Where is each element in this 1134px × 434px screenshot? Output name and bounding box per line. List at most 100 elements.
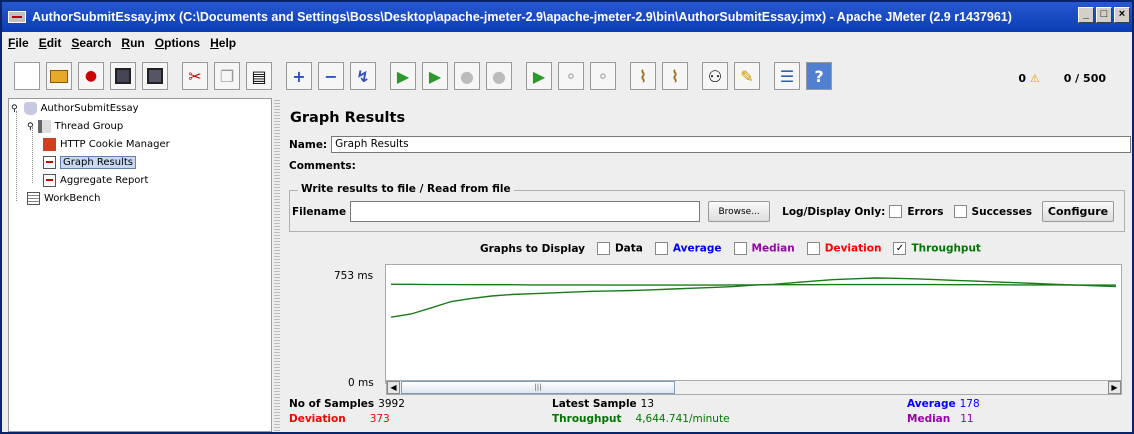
- graph-svg: [390, 277, 1117, 318]
- jmeter-app-icon: [8, 11, 26, 23]
- throughput-checkbox[interactable]: ✓: [893, 242, 907, 255]
- log-display-label: Log/Display Only:: [782, 205, 886, 218]
- minimize-button[interactable]: _: [1078, 7, 1094, 23]
- graph-option-throughput[interactable]: ✓ Throughput: [893, 242, 981, 255]
- name-label: Name:: [289, 138, 328, 151]
- graph-option-deviation[interactable]: Deviation: [806, 242, 881, 255]
- active-threads: 0 / 500: [1063, 72, 1106, 85]
- group-title: Write results to file / Read from file: [298, 183, 514, 195]
- graph-option-average[interactable]: Average: [654, 242, 722, 255]
- save-as-icon[interactable]: [142, 62, 168, 90]
- jmeter-window: AuthorSubmitEssay.jmx (C:\Documents and …: [0, 0, 1134, 434]
- comments-row: Comments:: [289, 160, 360, 172]
- warning-count: 0: [1018, 72, 1026, 85]
- filename-field[interactable]: [350, 201, 701, 222]
- tree-item-graph-results[interactable]: Graph Results: [43, 156, 136, 169]
- title-bar: AuthorSubmitEssay.jmx (C:\Documents and …: [2, 2, 1132, 32]
- menu-file[interactable]: File: [8, 36, 29, 54]
- window-title: AuthorSubmitEssay.jmx (C:\Documents and …: [32, 10, 1012, 24]
- help-icon[interactable]: ?: [806, 62, 832, 90]
- toolbar-status: 0 ⚠ 0 / 500: [1018, 72, 1106, 85]
- throughput-line-1: [390, 277, 1117, 318]
- y-min-label: 0 ms: [348, 377, 374, 389]
- remote-stop-icon[interactable]: ⚬: [558, 62, 584, 90]
- reset-search-icon[interactable]: ✎: [734, 62, 760, 90]
- panel-title: Graph Results: [290, 110, 406, 126]
- graph-results-panel: Graph Results Name: Graph Results Commen…: [282, 98, 1132, 432]
- errors-checkbox[interactable]: [889, 205, 903, 218]
- scroll-thumb[interactable]: |||: [401, 381, 675, 394]
- graph-option-data[interactable]: Data: [596, 242, 643, 255]
- tree-label: WorkBench: [44, 193, 101, 204]
- remote-start-icon[interactable]: ▶: [526, 62, 552, 90]
- graph-results-icon: [43, 156, 56, 169]
- tree-item-thread-group[interactable]: ⚲ Thread Group: [27, 120, 123, 133]
- browse-button[interactable]: Browse...: [708, 201, 771, 222]
- menu-run[interactable]: Run: [121, 36, 144, 54]
- new-icon[interactable]: [14, 62, 40, 90]
- throughput-line-2: [391, 283, 1116, 286]
- tree-item-workbench[interactable]: WorkBench: [27, 192, 101, 205]
- data-checkbox[interactable]: [596, 242, 610, 255]
- graph-scrollbar[interactable]: ◀ ||| ▶: [386, 380, 1122, 395]
- copy-icon[interactable]: ❐: [214, 62, 240, 90]
- graph-option-median[interactable]: Median: [733, 242, 795, 255]
- filename-row: Filename Browse... Log/Display Only: Err…: [292, 201, 1115, 222]
- search-icon[interactable]: ⚇: [702, 62, 728, 90]
- tree-item-cookie-manager[interactable]: HTTP Cookie Manager: [43, 138, 170, 151]
- workbench-icon: [27, 192, 40, 205]
- samples-stat: No of Samples 3992: [289, 398, 405, 410]
- tree-label: AuthorSubmitEssay: [40, 103, 139, 114]
- close-button[interactable]: ×: [1114, 7, 1130, 23]
- remote-shutdown-icon[interactable]: ⚬: [590, 62, 616, 90]
- clear-all-icon[interactable]: ⌇: [662, 62, 688, 90]
- stop-icon[interactable]: ●: [454, 62, 480, 90]
- deviation-stat: Deviation 373: [289, 413, 390, 425]
- median-checkbox[interactable]: [733, 242, 747, 255]
- clear-icon[interactable]: ⌇: [630, 62, 656, 90]
- cut-icon[interactable]: ✂: [182, 62, 208, 90]
- menu-bar: File Edit Search Run Options Help: [2, 36, 236, 54]
- name-field[interactable]: Graph Results: [331, 136, 1132, 153]
- scroll-left-arrow[interactable]: ◀: [387, 381, 400, 394]
- warning-icon[interactable]: ⚠: [1030, 72, 1040, 85]
- graphs-to-display: Graphs to Display Data Average Median De…: [480, 242, 981, 255]
- start-icon[interactable]: ▶: [390, 62, 416, 90]
- tree-label: Thread Group: [54, 121, 124, 132]
- tree-item-aggregate-report[interactable]: Aggregate Report: [43, 174, 148, 187]
- open-icon[interactable]: [46, 62, 72, 90]
- graphs-label: Graphs to Display: [480, 242, 585, 255]
- tree-item-test-plan[interactable]: ⚲ AuthorSubmitEssay: [11, 102, 139, 115]
- templates-icon[interactable]: ●: [78, 62, 104, 90]
- menu-search[interactable]: Search: [71, 36, 111, 54]
- toolbar: ● ✂ ❐ ▤ + − ↯ ▶ ▶ ● ● ▶ ⚬ ⚬ ⌇ ⌇ ⚇ ✎ ☰ ?: [2, 58, 1132, 94]
- save-icon[interactable]: [110, 62, 136, 90]
- split-pane-divider[interactable]: [274, 98, 280, 432]
- maximize-button[interactable]: □: [1096, 7, 1112, 23]
- cookie-manager-icon: [43, 138, 56, 151]
- average-stat: Average 178: [907, 398, 980, 410]
- scroll-right-arrow[interactable]: ▶: [1108, 381, 1121, 394]
- tree-label: HTTP Cookie Manager: [60, 139, 170, 150]
- deviation-checkbox[interactable]: [806, 242, 820, 255]
- menu-options[interactable]: Options: [155, 36, 200, 54]
- paste-icon[interactable]: ▤: [246, 62, 272, 90]
- successes-checkbox[interactable]: [953, 205, 967, 218]
- menu-help[interactable]: Help: [210, 36, 236, 54]
- shutdown-icon[interactable]: ●: [486, 62, 512, 90]
- average-checkbox[interactable]: [654, 242, 668, 255]
- toggle-icon[interactable]: ↯: [350, 62, 376, 90]
- tree-label: Aggregate Report: [60, 175, 149, 186]
- comments-label: Comments:: [289, 160, 356, 172]
- file-groupbox: Write results to file / Read from file F…: [289, 183, 1125, 232]
- configure-button[interactable]: Configure: [1042, 201, 1115, 222]
- expand-icon[interactable]: +: [286, 62, 312, 90]
- latest-sample-stat: Latest Sample 13: [552, 398, 655, 410]
- errors-label: Errors: [907, 205, 944, 218]
- menu-edit[interactable]: Edit: [39, 36, 62, 54]
- collapse-icon[interactable]: −: [318, 62, 344, 90]
- start-no-timers-icon[interactable]: ▶: [422, 62, 448, 90]
- test-plan-icon: [23, 102, 37, 115]
- successes-label: Successes: [971, 205, 1033, 218]
- function-helper-icon[interactable]: ☰: [774, 62, 800, 90]
